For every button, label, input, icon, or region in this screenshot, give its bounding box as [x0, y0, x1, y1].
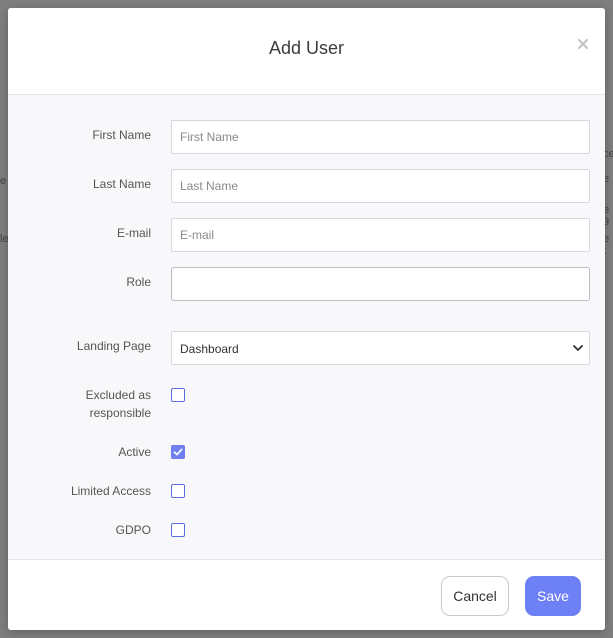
- active-label: Active: [118, 445, 151, 459]
- role-label: Role: [126, 275, 151, 289]
- active-checkbox[interactable]: [171, 445, 185, 459]
- landing-page-select[interactable]: Dashboard: [171, 331, 590, 365]
- excluded-label-line1: Excluded as: [85, 388, 151, 402]
- add-user-modal: Add User First Name Last Name E-mail Rol…: [8, 8, 605, 630]
- save-button[interactable]: Save: [525, 576, 581, 616]
- last-name-label: Last Name: [92, 177, 151, 191]
- first-name-input[interactable]: [171, 120, 590, 154]
- landing-page-selected-value: Dashboard: [180, 342, 239, 356]
- landing-page-label: Landing Page: [76, 339, 151, 353]
- close-icon: [577, 38, 589, 50]
- check-icon: [173, 448, 183, 456]
- email-input[interactable]: [171, 218, 590, 252]
- excluded-checkbox[interactable]: [171, 388, 185, 402]
- role-input[interactable]: [171, 267, 590, 301]
- first-name-label: First Name: [92, 128, 151, 142]
- limited-access-checkbox[interactable]: [171, 484, 185, 498]
- modal-title: Add User: [268, 38, 345, 58]
- modal-footer: Cancel Save: [8, 559, 605, 630]
- email-label: E-mail: [116, 226, 151, 240]
- last-name-input[interactable]: [171, 169, 590, 203]
- excluded-label: Excluded as responsible: [8, 386, 151, 422]
- excluded-label-line2: responsible: [89, 406, 151, 420]
- gdpo-checkbox[interactable]: [171, 523, 185, 537]
- modal-header: Add User: [8, 8, 605, 95]
- chevron-down-icon: [573, 345, 583, 351]
- background-text-fragment: e: [0, 175, 7, 187]
- close-button[interactable]: [575, 36, 591, 52]
- cancel-button[interactable]: Cancel: [441, 576, 509, 616]
- gdpo-label: GDPO: [115, 523, 151, 537]
- limited-access-label: Limited Access: [70, 484, 151, 498]
